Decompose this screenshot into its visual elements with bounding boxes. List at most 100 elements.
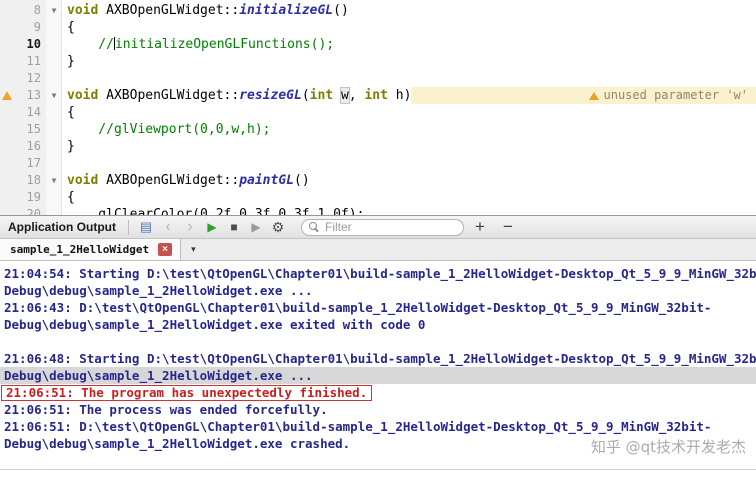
editor-line-fill [75,19,756,36]
marker-gutter-cell[interactable] [0,138,14,155]
line-number[interactable]: 10 [14,36,46,53]
editor-line[interactable]: 16} [0,138,756,155]
marker-gutter-cell[interactable] [0,104,14,121]
code-segment: } [67,54,75,69]
filter-settings-icon[interactable]: ⚙ [267,216,289,238]
code-segment: AXBOpenGLWidget [106,173,224,188]
code-segment: glClearColor(0.2f,0.3f,0.3f,1.0f); [67,207,365,215]
code-segment: paintGL [239,173,294,188]
marker-gutter-cell[interactable] [0,53,14,70]
warning-icon [588,91,599,100]
run-icon[interactable]: ▶ [201,216,223,238]
code-segment: :: [223,88,240,103]
editor-line-fill [75,53,756,70]
output-toolbar: Application Output ▤‹›▶■▶⚙ + − [0,215,756,239]
attach-debugger-icon[interactable]: ▶ [245,216,267,238]
output-line[interactable]: 21:06:51: The process was ended forceful… [0,401,756,418]
output-tab[interactable]: sample_1_2HelloWidget × [0,239,182,260]
next-item-icon[interactable]: › [179,216,201,238]
output-line[interactable]: 21:06:51: D:\test\QtOpenGL\Chapter01\bui… [0,418,756,435]
editor-line[interactable]: 19 { [0,189,756,206]
output-line[interactable]: 21:04:54: Starting D:\test\QtOpenGL\Chap… [0,265,756,282]
output-line[interactable]: Debug\debug\sample_1_2HelloWidget.exe ex… [0,316,756,333]
code-segment: h) [387,88,412,103]
minimize-pane-button[interactable]: − [496,216,520,238]
code-segment: ( [301,88,310,103]
line-number[interactable]: 12 [14,70,46,87]
line-number[interactable]: 11 [14,53,46,70]
editor-line[interactable]: 13 ▼ void AXBOpenGLWidget::resizeGL(int w,… [0,87,756,104]
stop-icon[interactable]: ■ [223,216,245,238]
output-line[interactable]: Debug\debug\sample_1_2HelloWidget.exe ..… [0,367,756,384]
editor-line[interactable]: 14 { [0,104,756,121]
code-segment: int [364,88,388,103]
output-line[interactable] [0,333,756,350]
code-segment: void [67,3,107,18]
line-number[interactable]: 17 [14,155,46,172]
filter-input[interactable] [324,220,456,234]
editor-line-fill [75,138,756,155]
editor-line-fill [364,206,756,215]
code-editor[interactable]: 8 ▼ void AXBOpenGLWidget::initializeGL() 9{… [0,0,756,215]
toolbar-separator [127,219,129,235]
close-icon[interactable]: × [158,243,173,256]
output-line[interactable]: 21:06:51: The program has unexpectedly f… [0,384,756,401]
editor-line[interactable]: 15 //glViewport(0,0,w,h); [0,121,756,138]
marker-gutter-cell[interactable] [0,189,14,206]
marker-gutter-cell[interactable] [0,36,14,53]
error-highlight-box: 21:06:51: The program has unexpectedly f… [1,385,373,401]
fold-gutter-cell [46,138,62,155]
marker-gutter-cell[interactable] [0,19,14,36]
code-segment: AXBOpenGLWidget [106,88,224,103]
fold-gutter-cell [46,206,62,215]
marker-gutter-cell[interactable] [0,2,14,19]
line-number[interactable]: 14 [14,104,46,121]
editor-line[interactable]: 18 ▼ void AXBOpenGLWidget::paintGL() [0,172,756,189]
maximize-pane-button[interactable]: + [468,216,492,238]
fold-icon[interactable]: ▼ [46,87,62,104]
marker-gutter-cell[interactable] [0,172,14,189]
editor-line[interactable]: 20 glClearColor(0.2f,0.3f,0.3f,1.0f); [0,206,756,215]
editor-line-fill [67,155,756,172]
code-text: //glViewport(0,0,w,h); [62,121,270,138]
output-tab-label: sample_1_2HelloWidget [10,243,150,256]
marker-gutter-cell[interactable] [0,121,14,138]
marker-gutter-cell[interactable] [0,70,14,87]
output-line[interactable]: Debug\debug\sample_1_2HelloWidget.exe ..… [0,282,756,299]
filter-box[interactable] [300,218,464,236]
editor-line[interactable]: 17 [0,155,756,172]
line-number[interactable]: 16 [14,138,46,155]
line-number[interactable]: 18 [14,172,46,189]
code-segment: { [67,20,75,35]
marker-gutter-cell[interactable] [0,155,14,172]
output-line[interactable]: 21:06:43: D:\test\QtOpenGL\Chapter01\bui… [0,299,756,316]
open-output-in-editor-icon[interactable]: ▤ [135,216,157,238]
line-number[interactable]: 20 [14,206,46,215]
fold-icon[interactable]: ▼ [46,2,62,19]
line-number[interactable]: 8 [14,2,46,19]
code-segment: initializeOpenGLFunctions(); [114,37,335,52]
editor-line[interactable]: 9{ [0,19,756,36]
warning-marker[interactable] [0,87,14,104]
line-number[interactable]: 15 [14,121,46,138]
output-pane-title[interactable]: Application Output [0,220,128,234]
line-number[interactable]: 19 [14,189,46,206]
previous-item-icon[interactable]: ‹ [157,216,179,238]
chevron-down-icon[interactable]: ▾ [191,244,196,255]
line-number[interactable]: 13 [14,87,46,104]
editor-line[interactable]: 12 [0,70,756,87]
editor-line[interactable]: 8 ▼ void AXBOpenGLWidget::initializeGL() [0,2,756,19]
marker-gutter-cell[interactable] [0,206,14,215]
line-number[interactable]: 9 [14,19,46,36]
editor-line-fill [349,2,756,19]
output-line[interactable]: 21:06:48: Starting D:\test\QtOpenGL\Chap… [0,350,756,367]
fold-gutter-cell [46,121,62,138]
editor-line-fill [75,189,756,206]
code-text: { [62,19,75,36]
fold-icon[interactable]: ▼ [46,172,62,189]
editor-line[interactable]: 11} [0,53,756,70]
code-segment: w [339,87,350,104]
editor-line[interactable]: 10 //initializeOpenGLFunctions(); [0,36,756,53]
annotation-text: unused parameter 'w' [603,88,749,102]
